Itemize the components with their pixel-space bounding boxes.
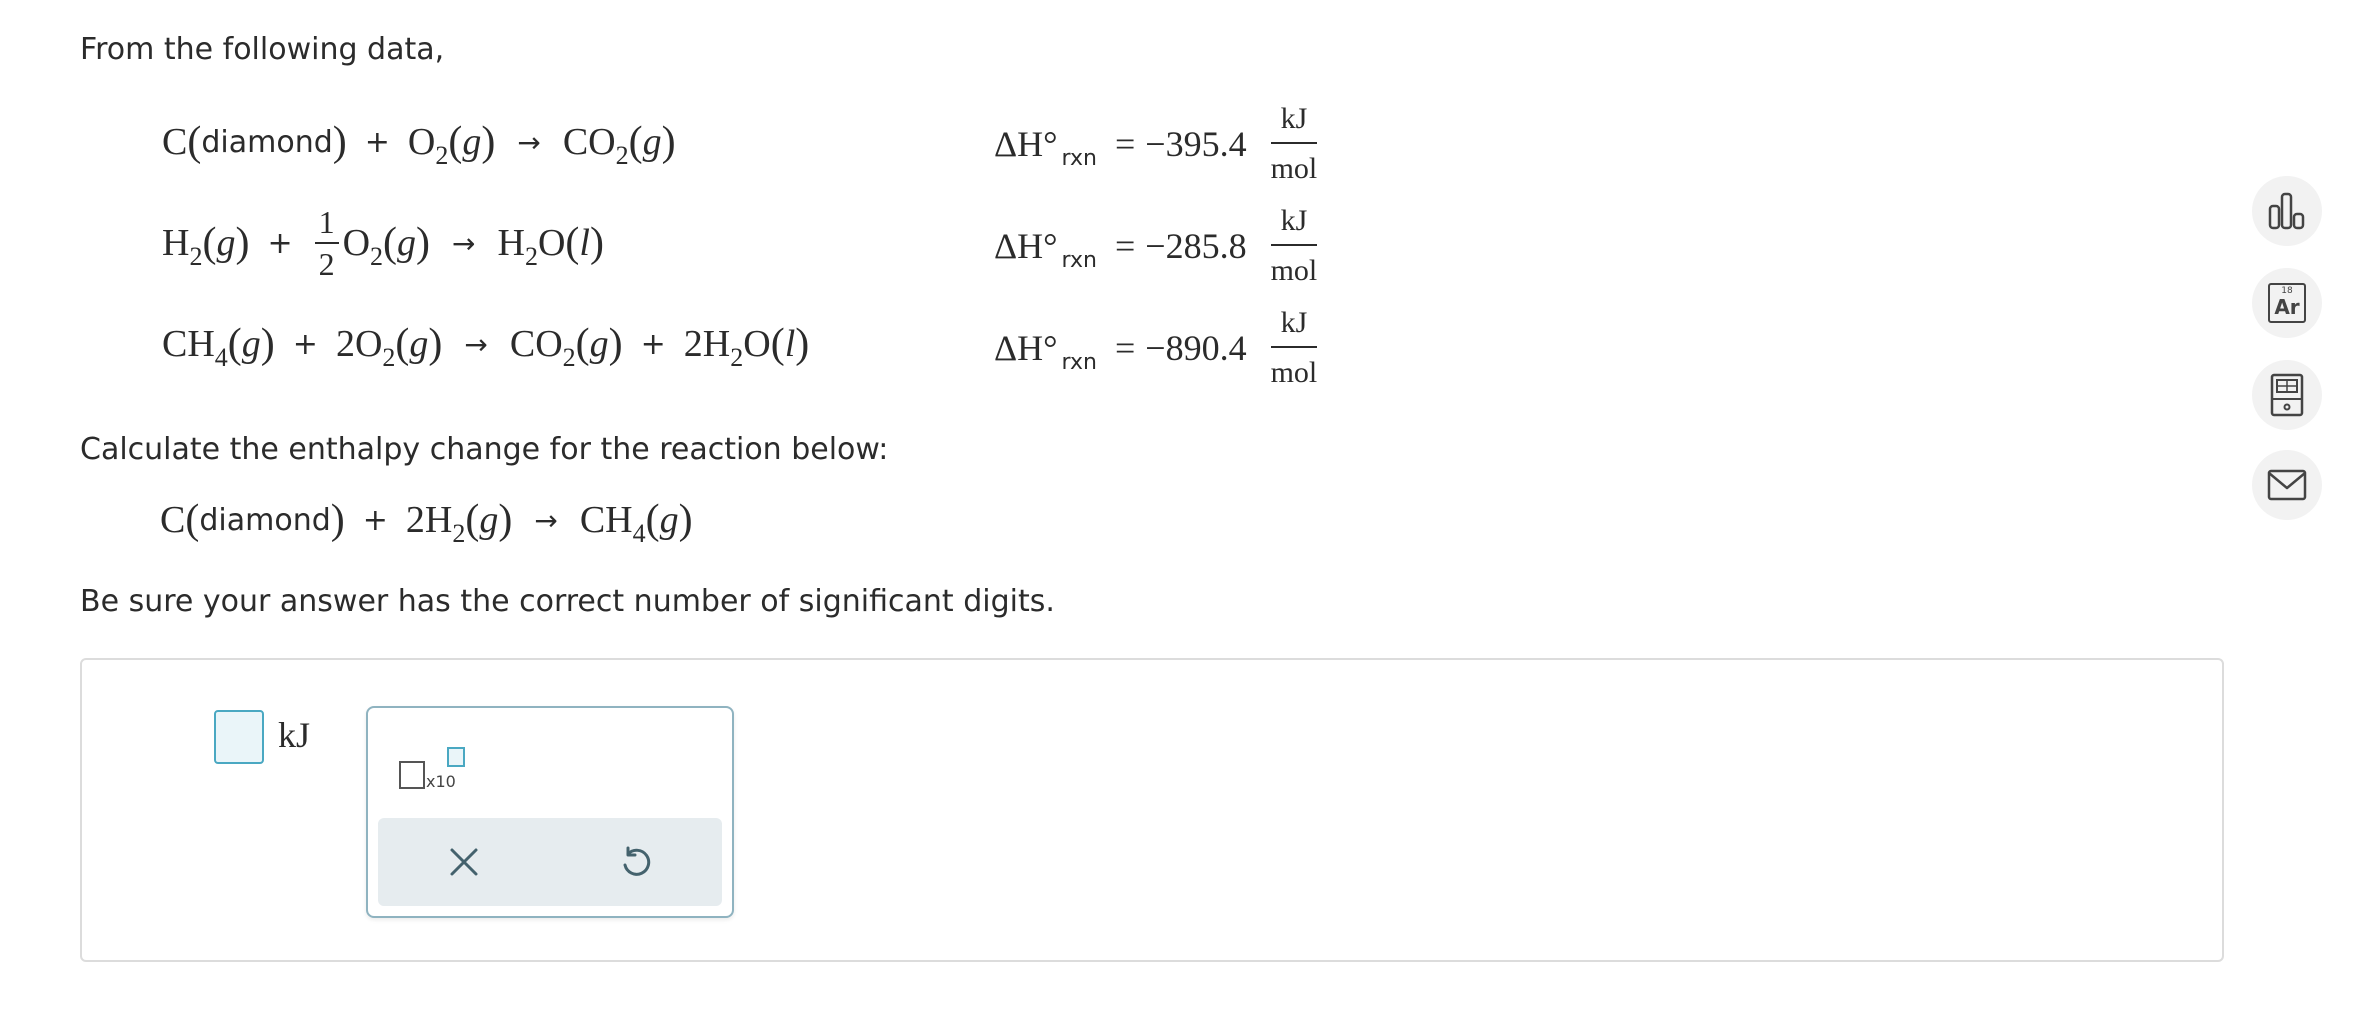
delta-h-2: ΔH° rxn = −285.8 kJ mol xyxy=(994,204,1318,287)
sigfigs-text: Be sure your answer has the correct numb… xyxy=(80,584,1055,619)
equation-2: H2(g) + 1 2 O2(g) → H2O(l) xyxy=(162,204,604,282)
undo-icon xyxy=(623,846,651,876)
close-icon xyxy=(450,848,478,876)
delta-h-3: ΔH° rxn = −890.4 kJ mol xyxy=(994,306,1318,389)
answer-input[interactable] xyxy=(214,710,264,764)
equation-3: CH4(g) + 2O2(g) → CO2(g) + 2H2O(l) xyxy=(162,321,810,372)
calculator-icon xyxy=(2270,373,2304,417)
data-chart-button[interactable] xyxy=(2252,176,2322,246)
x10-label: x10 xyxy=(426,772,456,791)
calculate-text: Calculate the enthalpy change for the re… xyxy=(80,432,889,467)
undo-button[interactable] xyxy=(606,832,666,892)
diamond-label: diamond xyxy=(201,124,333,160)
answer-unit: kJ xyxy=(278,715,311,755)
x10-exponent-button[interactable]: x10 xyxy=(398,746,478,796)
delta-h-2-value: −285.8 xyxy=(1145,226,1247,266)
delta-h-3-value: −890.4 xyxy=(1145,328,1247,368)
intro-text: From the following data, xyxy=(80,32,445,67)
chart-icon xyxy=(2268,192,2305,230)
palette-action-row xyxy=(378,818,722,906)
math-palette: x10 xyxy=(366,706,734,918)
periodic-table-icon: 18 Ar xyxy=(2268,283,2306,323)
fraction-one-half: 1 2 xyxy=(314,206,339,280)
periodic-table-button[interactable]: 18 Ar xyxy=(2252,268,2322,338)
calculator-button[interactable] xyxy=(2252,360,2322,430)
mail-icon xyxy=(2267,469,2307,501)
mail-button[interactable] xyxy=(2252,450,2322,520)
delta-h-1: ΔH° rxn = −395.4 kJ mol xyxy=(994,102,1318,185)
clear-button[interactable] xyxy=(434,832,494,892)
target-equation: C(diamond) + 2H2(g) → CH4(g) xyxy=(160,497,693,548)
equation-1: C(diamond) + O2(g) → CO2(g) xyxy=(162,119,676,170)
delta-h-1-value: −395.4 xyxy=(1145,124,1247,164)
